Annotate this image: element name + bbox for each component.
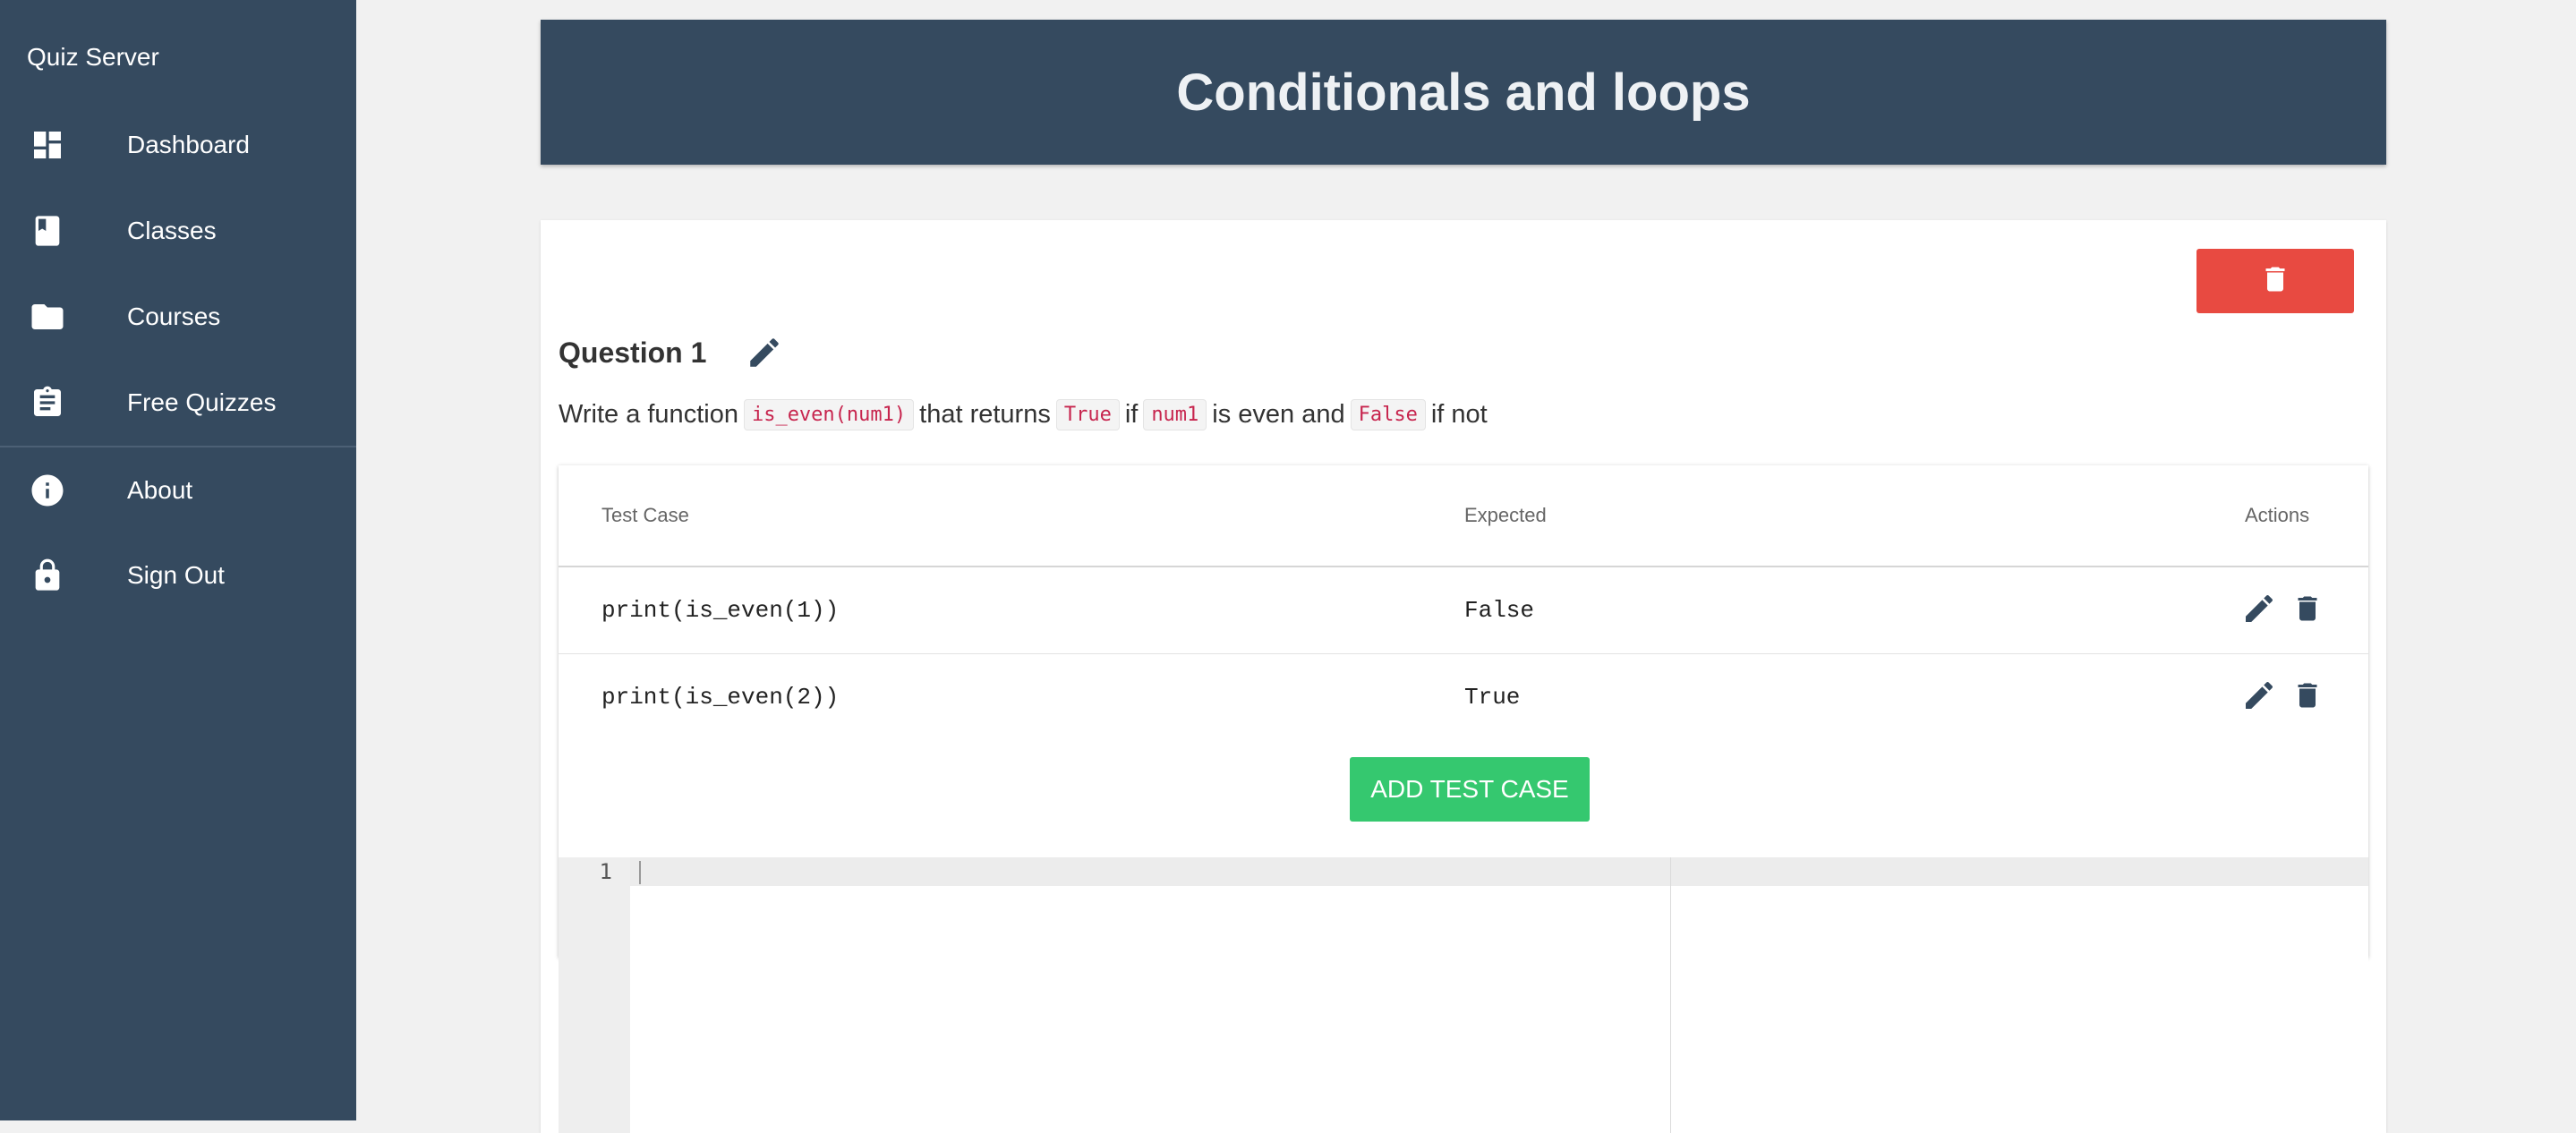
edit-test-case-button[interactable]: [2239, 591, 2279, 630]
question-text-part: Write a function: [559, 400, 738, 429]
sidebar-item-dashboard[interactable]: Dashboard: [0, 105, 356, 185]
sidebar-item-classes[interactable]: Classes: [0, 191, 356, 271]
add-test-case-button[interactable]: ADD TEST CASE: [1350, 757, 1590, 822]
text-cursor: [639, 861, 641, 884]
question-text-part: that returns: [919, 400, 1051, 429]
sidebar-item-label: Courses: [127, 302, 221, 330]
table-row: print(is_even(2)) True: [559, 654, 2368, 740]
sidebar-item-sign-out[interactable]: Sign Out: [0, 535, 356, 616]
clipboard-icon: [29, 384, 66, 422]
column-header-expected: Expected: [1464, 504, 1547, 526]
trash-icon: [2291, 591, 2324, 631]
edit-test-case-button[interactable]: [2239, 677, 2279, 717]
sidebar-item-about[interactable]: About: [0, 450, 356, 531]
sidebar-item-free-quizzes[interactable]: Free Quizzes: [0, 362, 356, 443]
trash-icon: [2291, 677, 2324, 718]
code-editor[interactable]: 1: [559, 857, 2368, 1133]
pencil-icon: [2241, 591, 2277, 631]
main-content: Conditionals and loops Question 1 Write …: [356, 0, 2576, 1133]
dashboard-icon: [29, 126, 66, 164]
line-number: 1: [599, 859, 612, 884]
question-text-part: if: [1124, 400, 1139, 429]
sidebar-item-label: Dashboard: [127, 131, 250, 158]
edit-question-button[interactable]: [745, 335, 784, 374]
test-case-cell: print(is_even(2)): [601, 684, 840, 711]
line-gutter: [559, 857, 630, 1133]
sidebar-item-label: Sign Out: [127, 561, 225, 589]
question-text-part: if not: [1430, 400, 1488, 429]
app-brand[interactable]: Quiz Server: [27, 43, 159, 72]
active-line-highlight: [559, 857, 2368, 886]
page-header: Conditionals and loops: [541, 20, 2386, 165]
delete-test-case-button[interactable]: [2288, 591, 2327, 630]
question-text-part: is even and: [1212, 400, 1345, 429]
delete-question-button[interactable]: [2196, 249, 2354, 313]
inline-code: True: [1055, 399, 1120, 430]
question-text: Write a function is_even(num1) that retu…: [559, 399, 1488, 430]
inline-code: False: [1350, 399, 1426, 430]
lock-icon: [29, 557, 66, 594]
inline-code: num1: [1143, 399, 1207, 430]
sidebar: Quiz Server Dashboard Classes Courses Fr…: [0, 0, 356, 1120]
sidebar-divider: [0, 446, 356, 447]
print-margin: [1670, 857, 1671, 1133]
inline-code: is_even(num1): [743, 399, 915, 430]
table-row: print(is_even(1)) False: [559, 567, 2368, 653]
expected-cell: True: [1464, 684, 1521, 711]
page-title: Conditionals and loops: [1176, 63, 1751, 122]
sidebar-item-label: Free Quizzes: [127, 388, 277, 416]
sidebar-item-label: About: [127, 476, 193, 504]
question-card: Question 1 Write a function is_even(num1…: [541, 220, 2386, 1133]
sidebar-item-label: Classes: [127, 217, 217, 244]
question-title: Question 1: [559, 336, 707, 369]
pencil-icon: [2241, 677, 2277, 718]
column-header-actions: Actions: [2245, 504, 2310, 526]
delete-test-case-button[interactable]: [2288, 677, 2327, 717]
column-header-test-case: Test Case: [601, 504, 689, 526]
folder-icon: [29, 298, 66, 336]
expected-cell: False: [1464, 597, 1535, 624]
pencil-icon: [746, 334, 783, 376]
book-icon: [29, 212, 66, 250]
info-icon: [29, 472, 66, 509]
sidebar-item-courses[interactable]: Courses: [0, 277, 356, 357]
trash-icon: [2259, 261, 2291, 302]
test-case-cell: print(is_even(1)): [601, 597, 840, 624]
